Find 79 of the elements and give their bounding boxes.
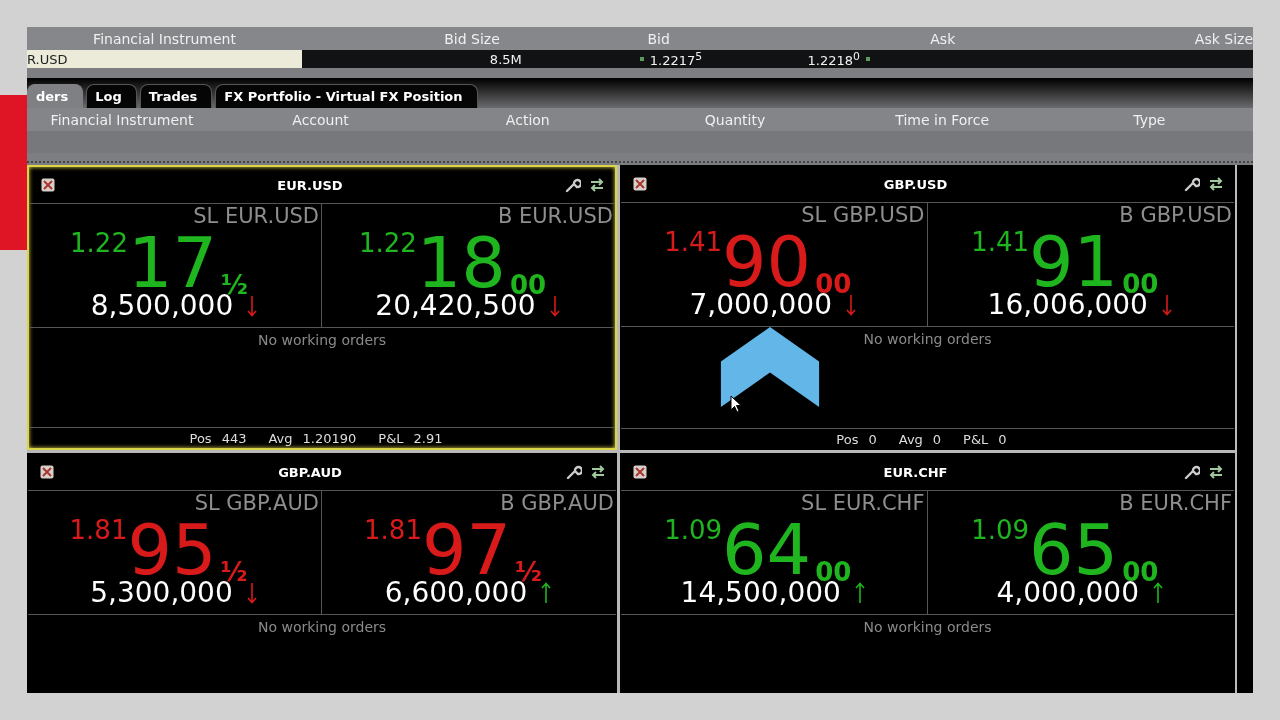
tab[interactable]: ders <box>27 84 84 108</box>
close-icon[interactable] <box>633 177 647 191</box>
close-icon[interactable] <box>41 178 55 192</box>
side-label: B EUR.CHF <box>1118 491 1232 515</box>
price-handle: 1.09 <box>664 515 723 545</box>
side-label: SL EUR.USD <box>192 204 319 228</box>
footer-label: Avg <box>898 431 923 447</box>
price-handle: 1.41 <box>971 227 1030 257</box>
tab[interactable]: Trades <box>139 84 213 108</box>
footer-value: 443 <box>221 430 247 446</box>
swap-arrows-icon[interactable] <box>1208 464 1224 480</box>
tab[interactable]: Log <box>86 84 137 108</box>
price-pips: 64 <box>722 519 812 581</box>
bid-cell: 1.2217$^{5}$ <box>649 50 703 69</box>
tick-marker-icon <box>639 57 644 62</box>
side-label: B GBP.AUD <box>499 491 614 515</box>
status-text: No working orders <box>256 619 388 635</box>
side-label: B GBP.USD <box>1118 203 1232 227</box>
swap-arrows-icon[interactable] <box>590 464 606 480</box>
column-header: Financial Instrument <box>92 30 237 47</box>
price-pips: 90 <box>722 231 812 293</box>
side-label: SL GBP.USD <box>800 203 925 227</box>
price-handle: 1.41 <box>664 227 723 257</box>
tick-marker-icon <box>865 57 870 62</box>
swap-arrows-icon[interactable] <box>589 177 605 193</box>
price-pips: 95 <box>127 519 217 581</box>
column-header: Type <box>1132 111 1167 128</box>
tile-title: EUR.USD <box>276 177 344 193</box>
swap-arrows-icon[interactable] <box>1208 176 1224 192</box>
footer-label: Avg <box>268 430 293 446</box>
bid-size-cell-text: 8.5M <box>488 51 523 67</box>
instrument-cell: R.USD <box>27 50 302 69</box>
side-label: SL GBP.AUD <box>193 491 319 515</box>
price-pips: 18 <box>416 232 506 294</box>
footer-label: Pos <box>836 431 859 447</box>
column-header: Bid <box>646 30 671 47</box>
footer-value: 2.91 <box>413 430 443 446</box>
tile-title: EUR.CHF <box>882 464 949 480</box>
column-header: Time in Force <box>894 111 991 128</box>
price-handle: 1.22 <box>70 228 128 258</box>
side-label: B EUR.USD <box>496 204 613 228</box>
close-icon[interactable] <box>633 465 647 479</box>
status-text: No working orders <box>256 332 388 348</box>
tab[interactable]: FX Portfolio - Virtual FX Position <box>215 84 478 108</box>
footer-value: 0 <box>998 431 1007 447</box>
side-label: SL EUR.CHF <box>800 491 925 515</box>
column-header: Bid Size <box>443 30 501 47</box>
chevron-up-icon <box>720 327 820 407</box>
price-handle: 1.81 <box>364 515 422 545</box>
footer-label: P&L <box>963 431 989 447</box>
close-icon[interactable] <box>40 465 54 479</box>
column-header: Action <box>504 111 551 128</box>
tile-title: GBP.AUD <box>277 464 343 480</box>
wrench-icon[interactable] <box>1184 176 1200 192</box>
tile-title: GBP.USD <box>882 176 949 192</box>
wrench-icon[interactable] <box>565 177 581 193</box>
footer-value: 0 <box>868 431 877 447</box>
price-handle: 1.09 <box>971 515 1030 545</box>
column-header: Ask <box>929 30 957 47</box>
ask-cell: 1.2218$^{0}$ <box>807 50 860 69</box>
footer-value: 0 <box>932 431 942 447</box>
column-header: Quantity <box>703 111 767 128</box>
price-handle: 1.22 <box>358 228 417 258</box>
wrench-icon[interactable] <box>566 464 582 480</box>
price-pips: 17 <box>127 232 217 294</box>
column-header: Account <box>291 111 350 128</box>
footer-value: 1.20190 <box>302 430 357 446</box>
status-text: No working orders <box>862 619 993 635</box>
wrench-icon[interactable] <box>1184 464 1200 480</box>
footer-label: P&L <box>378 430 404 446</box>
column-header: Ask Size <box>1193 30 1253 47</box>
price-pips: 97 <box>421 519 511 581</box>
column-header: Financial Instrument <box>49 111 195 128</box>
footer-label: Pos <box>189 430 212 446</box>
mouse-cursor-icon <box>730 395 742 413</box>
price-handle: 1.81 <box>69 515 128 545</box>
price-pips: 91 <box>1029 231 1119 293</box>
price-pips: 65 <box>1029 519 1119 581</box>
status-text: No working orders <box>862 331 993 347</box>
